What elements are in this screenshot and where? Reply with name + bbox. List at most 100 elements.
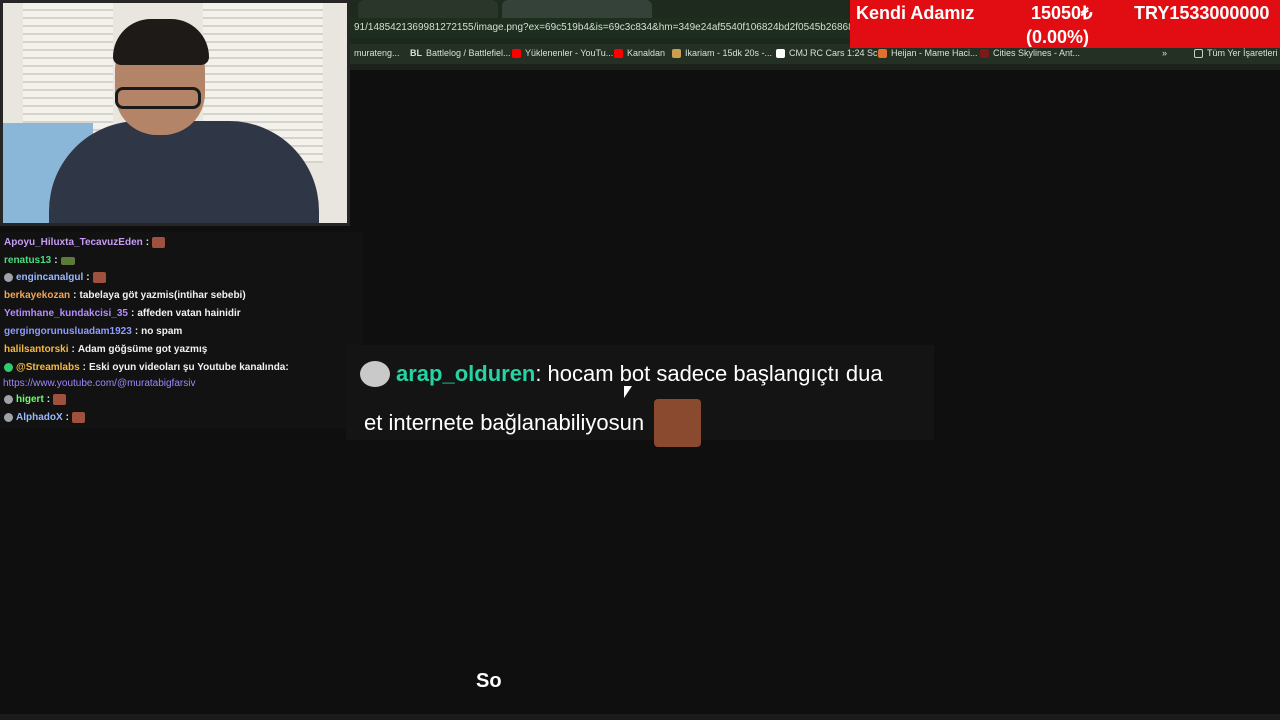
- bookmark-label: Kanaldan: [627, 48, 666, 58]
- bookmark-label: murateng...: [354, 48, 400, 58]
- chat-message: engincanalgul:: [4, 272, 106, 283]
- chat-text: tabelaya göt yazmis(intihar sebebi): [79, 290, 246, 301]
- chat-colon: :: [65, 412, 70, 423]
- bookmark-item[interactable]: BL Battlelog / Battlefiel...: [410, 48, 511, 58]
- chat-text: affeden vatan hainidir: [137, 308, 241, 319]
- chat-text: no spam: [141, 326, 183, 337]
- chat-colon: :: [46, 394, 51, 405]
- chat-message: Apoyu_Hiluxta_TecavuzEden:: [4, 237, 166, 248]
- chat-message: AlphadoX:: [4, 412, 86, 423]
- emote-icon: [60, 256, 75, 265]
- chat-message: renatus13:: [4, 255, 75, 266]
- chat-panel: Apoyu_Hiluxta_TecavuzEden: renatus13: en…: [0, 232, 362, 428]
- chat-username[interactable]: berkayekozan: [4, 290, 70, 301]
- chat-username[interactable]: gergingorunusluadam1923: [4, 326, 132, 337]
- highlight-colon: :: [535, 361, 542, 386]
- chat-username[interactable]: higert: [16, 394, 44, 405]
- chat-colon: :: [71, 344, 75, 355]
- chat-colon: :: [82, 362, 87, 373]
- avatar-badge-icon: [360, 361, 390, 387]
- all-bookmarks-button[interactable]: Tüm Yer İşaretleri: [1194, 48, 1278, 58]
- chat-message: @Streamlabs: Eski oyun videoları şu Youtu…: [4, 362, 289, 373]
- chat-message: berkayekozan: tabelaya göt yazmis(intihar…: [4, 290, 246, 301]
- highlighted-chat-message: arap_olduren: hocam bot sadece başlangıç…: [346, 345, 934, 447]
- bookmark-label: Ikariam - 15dk 20s -...: [685, 48, 773, 58]
- browser-tab-active[interactable]: [502, 0, 652, 18]
- youtube-icon: [614, 48, 623, 58]
- address-bar[interactable]: 91/1485421369981272155/image.png?ex=69c5…: [350, 18, 850, 38]
- chat-colon: :: [130, 308, 135, 319]
- ticker-price: 15050₺: [1031, 3, 1093, 23]
- chat-message: higert:: [4, 394, 67, 405]
- streamer-hair: [113, 19, 209, 65]
- bookmarks-overflow-button[interactable]: »: [1162, 48, 1167, 58]
- emote-icon: [72, 412, 86, 423]
- chat-username[interactable]: AlphadoX: [16, 412, 63, 423]
- ticker-market-cap: TRY1533000000: [1134, 3, 1270, 23]
- chat-username[interactable]: Yetimhane_kundakcisi_35: [4, 308, 128, 319]
- badge-icon: [4, 413, 13, 422]
- chat-link[interactable]: https://www.youtube.com/@muratabigfarsiv: [3, 378, 195, 389]
- chat-username[interactable]: engincanalgul: [16, 272, 83, 283]
- youtube-icon: [512, 48, 521, 58]
- stream-frame: 91/1485421369981272155/image.png?ex=69c5…: [0, 0, 1280, 720]
- highlight-text-1: hocam bot sadece başlangıçtı dua: [547, 361, 883, 386]
- bottom-edge: [0, 714, 1280, 720]
- emote-icon: [92, 272, 106, 283]
- highlight-line-2: et internete bağlanabiliyosun: [364, 399, 702, 447]
- chat-username[interactable]: Apoyu_Hiluxta_TecavuzEden: [4, 237, 143, 248]
- battlelog-icon: BL: [410, 48, 422, 58]
- bookmark-label: CMJ RC Cars 1:24 Sc...: [789, 48, 886, 58]
- bookmark-item[interactable]: Ikariam - 15dk 20s -...: [672, 48, 772, 58]
- emote-icon: [152, 237, 166, 248]
- chat-colon: :: [73, 290, 77, 301]
- chat-colon: :: [145, 237, 150, 248]
- chat-colon: :: [134, 326, 139, 337]
- stock-ticker: Kendi Adamız 15050₺ TRY1533000000 (0.00%…: [850, 0, 1280, 48]
- page-top-edge: [350, 64, 1280, 70]
- bookmark-favicon: [980, 48, 989, 58]
- badge-icon: [4, 273, 13, 282]
- highlight-text-2: et internete bağlanabiliyosun: [364, 410, 645, 435]
- bookmark-label: Cities Skylines - Ant...: [993, 48, 1081, 58]
- bookmark-item[interactable]: murateng...: [354, 48, 400, 58]
- bookmark-label: Heijan - Mame Haci...: [891, 48, 978, 58]
- ticker-name: Kendi Adamız: [856, 3, 975, 23]
- chat-message: gergingorunusluadam1923: no spam: [4, 326, 182, 337]
- chat-username[interactable]: @Streamlabs: [16, 362, 80, 373]
- chat-text: Eski oyun videoları şu Youtube kanalında…: [89, 362, 289, 373]
- amazon-icon: [776, 48, 785, 58]
- streamer-shirt: [49, 121, 319, 223]
- emote-icon: [654, 399, 702, 447]
- bookmark-favicon: [878, 48, 887, 58]
- badge-icon: [4, 395, 13, 404]
- highlight-username: arap_olduren: [396, 361, 536, 386]
- chat-text: Adam göğsüme got yazmış: [77, 344, 208, 355]
- folder-icon: [1194, 48, 1203, 58]
- chat-colon: :: [54, 255, 58, 266]
- bookmark-label: Yüklenenler - YouTu...: [525, 48, 614, 58]
- bookmark-label: Battlelog / Battlefiel...: [426, 48, 511, 58]
- bookmark-item[interactable]: Kanaldan: [614, 48, 665, 58]
- bookmark-item[interactable]: Yüklenenler - YouTu...: [512, 48, 613, 58]
- chat-message: halilsantorski: Adam göğsüme got yazmış: [4, 344, 207, 355]
- webcam-feed: [0, 0, 350, 226]
- subtitle-caption: So: [476, 670, 502, 692]
- highlight-line-1: arap_olduren: hocam bot sadece başlangıç…: [360, 361, 883, 387]
- browser-tab[interactable]: [358, 0, 498, 18]
- chat-username[interactable]: halilsantorski: [4, 344, 68, 355]
- bookmark-item[interactable]: CMJ RC Cars 1:24 Sc...: [776, 48, 885, 58]
- ikariam-icon: [672, 48, 681, 58]
- browser-tab-bar: [350, 0, 850, 18]
- bookmark-item[interactable]: Cities Skylines - Ant...: [980, 48, 1080, 58]
- emote-icon: [53, 394, 67, 405]
- chat-colon: :: [86, 272, 90, 283]
- chevron-double-right-icon: »: [1162, 48, 1168, 58]
- streamer-glasses: [115, 87, 201, 109]
- chat-message: Yetimhane_kundakcisi_35: affeden vatan ha…: [4, 308, 241, 319]
- bookmark-label: Tüm Yer İşaretleri: [1207, 48, 1278, 58]
- bookmark-item[interactable]: Heijan - Mame Haci...: [878, 48, 978, 58]
- chat-username[interactable]: renatus13: [4, 255, 51, 266]
- ticker-change: (0.00%): [1026, 27, 1090, 47]
- moderator-badge-icon: [4, 363, 13, 372]
